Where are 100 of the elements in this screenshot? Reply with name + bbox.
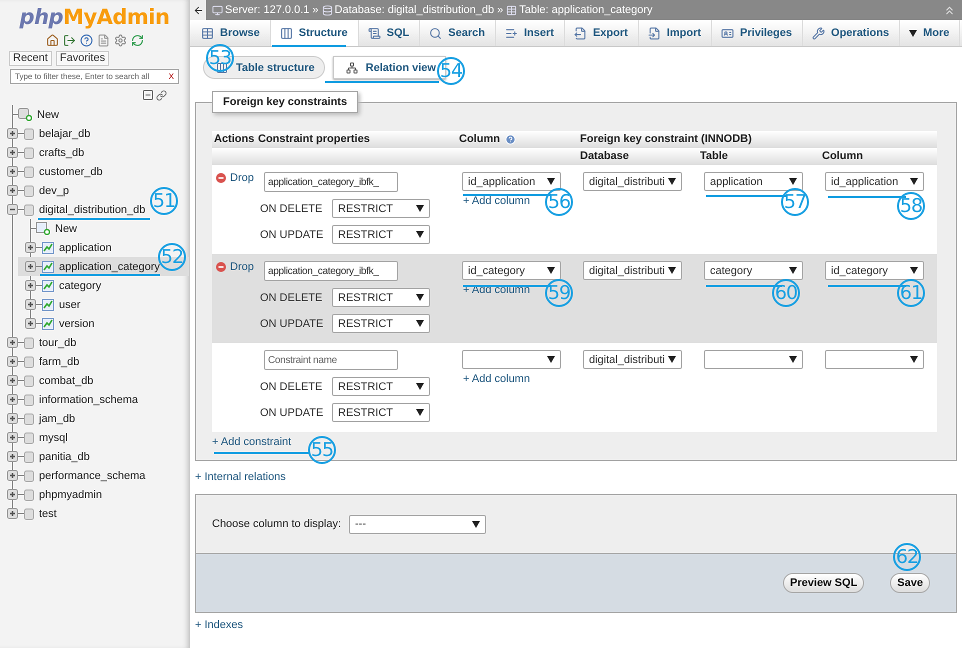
tree-item-label: customer_db xyxy=(39,166,103,178)
dropdown[interactable]: --- xyxy=(349,514,486,534)
expand-icon[interactable] xyxy=(7,147,18,158)
nav-tab[interactable]: Insert xyxy=(496,20,565,46)
column-header: Foreign key constraint (INNODB) xyxy=(578,131,937,148)
help-icon[interactable] xyxy=(80,34,92,46)
expand-icon[interactable] xyxy=(7,394,18,405)
dropdown[interactable]: RESTRICT xyxy=(332,377,430,396)
tree-item[interactable]: jam_db xyxy=(0,409,189,428)
tree-item[interactable]: panitia_db xyxy=(0,447,189,466)
tree-item[interactable]: tour_db xyxy=(0,333,189,352)
callout-number: 61 xyxy=(897,279,925,307)
breadcrumb-link[interactable]: Server: 127.0.0.1 xyxy=(225,4,310,16)
nav-tab[interactable]: More xyxy=(900,20,960,46)
expand-icon[interactable] xyxy=(7,128,18,139)
home-icon[interactable] xyxy=(46,34,58,46)
dropdown[interactable]: id_category xyxy=(825,261,924,280)
drop-link[interactable]: Drop xyxy=(216,172,254,184)
dropdown[interactable]: RESTRICT xyxy=(332,199,430,218)
settings-icon[interactable] xyxy=(114,34,126,46)
internal-relations-link[interactable]: + Internal relations xyxy=(195,471,286,483)
tree-item[interactable]: performance_schema xyxy=(0,466,189,485)
constraint-name-field[interactable]: application_category_ibfk_ xyxy=(264,261,398,281)
expand-icon[interactable] xyxy=(25,242,36,253)
nav-tab[interactable]: Operations xyxy=(803,20,900,46)
tree-item[interactable]: New xyxy=(0,105,189,124)
filter-field[interactable]: Type to filter these, Enter to search all X xyxy=(10,69,179,84)
expand-icon[interactable] xyxy=(7,413,18,424)
dropdown[interactable]: RESTRICT xyxy=(332,288,430,307)
table-icon xyxy=(42,298,54,310)
document-icon[interactable] xyxy=(96,34,110,46)
indexes-link[interactable]: + Indexes xyxy=(195,619,244,631)
table-icon xyxy=(42,260,54,272)
nav-tab[interactable]: Import xyxy=(638,20,712,46)
tree-item[interactable]: test xyxy=(0,504,189,523)
drop-link[interactable]: Drop xyxy=(216,261,254,273)
dropdown[interactable]: id_category xyxy=(462,261,561,280)
link-icon[interactable] xyxy=(156,90,167,100)
back-button[interactable] xyxy=(190,0,206,20)
save-button[interactable]: Save xyxy=(890,573,930,593)
nav-tab[interactable]: Export xyxy=(564,20,639,46)
tree-item[interactable]: mysql xyxy=(0,428,189,447)
clear-button[interactable]: X xyxy=(168,72,174,81)
nav-tab[interactable]: Privileges xyxy=(712,20,804,46)
tree-item[interactable]: belajar_db xyxy=(0,124,189,143)
tree-item[interactable]: New xyxy=(18,219,189,238)
preview-sql-button[interactable]: Preview SQL xyxy=(783,573,864,593)
tree-item[interactable]: category xyxy=(18,276,189,295)
expand-icon[interactable] xyxy=(25,261,36,272)
exit-icon[interactable] xyxy=(62,34,76,46)
tree-item[interactable]: farm_db xyxy=(0,352,189,371)
tree-item[interactable]: information_schema xyxy=(0,390,189,409)
tree-item[interactable]: phpmyadmin xyxy=(0,485,189,504)
dropdown[interactable]: application xyxy=(704,172,803,191)
constraint-name-field[interactable]: Constraint name xyxy=(264,350,398,370)
expand-icon[interactable] xyxy=(7,375,18,386)
collapse-icon[interactable] xyxy=(7,204,18,215)
tree-item[interactable]: crafts_db xyxy=(0,143,189,162)
tree-item[interactable]: customer_db xyxy=(0,162,189,181)
sidebar-tab[interactable]: Favorites xyxy=(56,51,110,66)
dropdown[interactable]: id_application xyxy=(825,172,924,191)
constraint-name-field[interactable]: application_category_ibfk_ xyxy=(264,172,398,192)
expand-icon[interactable] xyxy=(25,280,36,291)
add-column-link[interactable]: + Add column xyxy=(463,373,530,385)
expand-icon[interactable] xyxy=(7,451,18,462)
expand-icon[interactable] xyxy=(7,337,18,348)
dropdown[interactable]: category xyxy=(704,261,803,280)
tree-item[interactable]: user xyxy=(18,295,189,314)
breadcrumb-link[interactable]: Database: digital_distribution_db xyxy=(334,4,494,16)
breadcrumb-link[interactable]: Table: application_category xyxy=(519,4,653,16)
column-header: Actions xyxy=(212,131,256,148)
dropdown[interactable]: digital_distributi xyxy=(583,172,682,191)
expand-icon[interactable] xyxy=(7,470,18,481)
add-constraint-link[interactable]: + Add constraint xyxy=(212,436,292,448)
dropdown[interactable]: RESTRICT xyxy=(332,314,430,333)
dropdown[interactable]: id_application xyxy=(462,172,561,191)
dropdown[interactable]: digital_distributi xyxy=(583,261,682,280)
tree-item[interactable]: combat_db xyxy=(0,371,189,390)
nav-tab[interactable]: SQL xyxy=(358,20,420,46)
nav-tab[interactable]: Search xyxy=(420,20,496,46)
add-column-link[interactable]: + Add column xyxy=(463,195,530,207)
tree-item[interactable]: version xyxy=(18,314,189,333)
expand-icon[interactable] xyxy=(25,318,36,329)
dropdown[interactable]: RESTRICT xyxy=(332,225,430,244)
nav-tab[interactable]: Structure xyxy=(270,20,359,46)
expand-icon[interactable] xyxy=(7,356,18,367)
expand-icon[interactable] xyxy=(7,508,18,519)
expand-icon[interactable] xyxy=(7,432,18,443)
database-icon xyxy=(24,488,34,500)
dropdown[interactable]: RESTRICT xyxy=(332,403,430,422)
collapse-all-icon[interactable] xyxy=(142,89,154,101)
dropdown[interactable]: digital_distributi xyxy=(583,350,682,369)
tree-item-label: mysql xyxy=(39,432,68,444)
expand-icon[interactable] xyxy=(25,299,36,310)
expand-icon[interactable] xyxy=(7,489,18,500)
expand-icon[interactable] xyxy=(7,185,18,196)
expand-icon[interactable] xyxy=(7,166,18,177)
reload-icon[interactable] xyxy=(130,34,144,46)
sidebar-tab[interactable]: Recent xyxy=(9,51,52,66)
database-icon xyxy=(24,146,34,158)
